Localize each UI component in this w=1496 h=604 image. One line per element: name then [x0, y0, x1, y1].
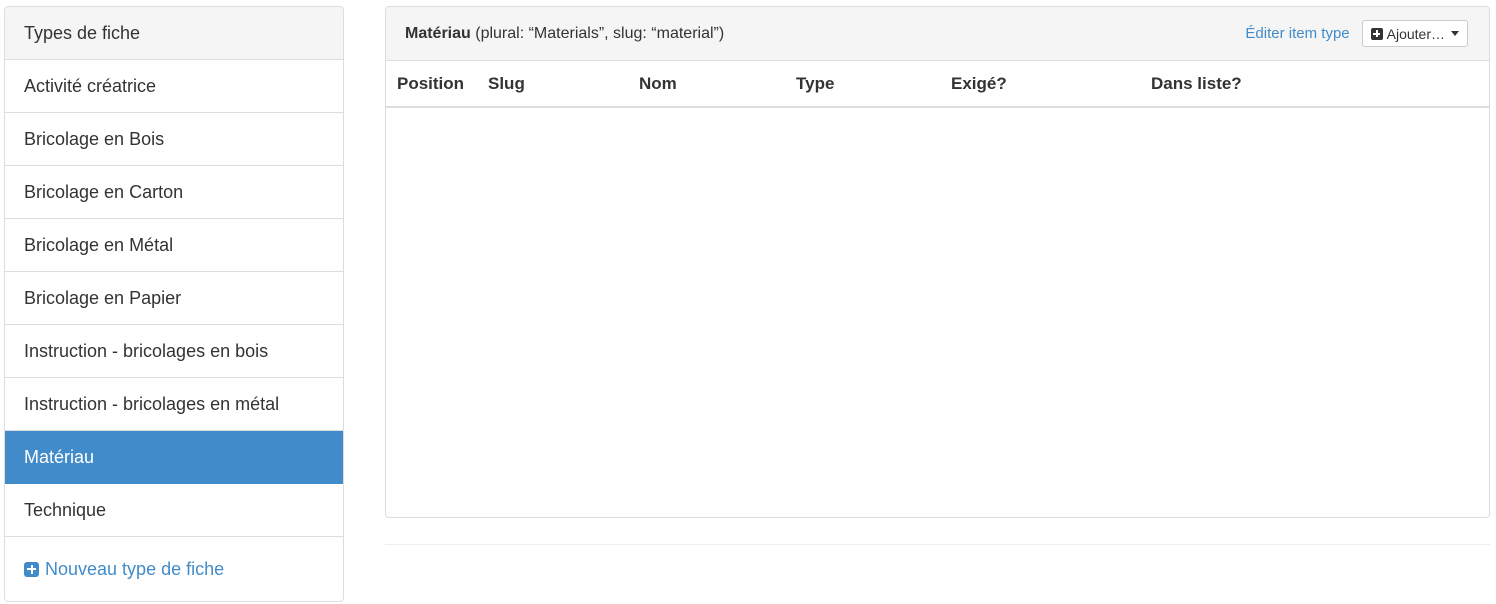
- sidebar-item-materiau[interactable]: Matériau: [5, 431, 343, 484]
- new-type-label: Nouveau type de fiche: [45, 558, 225, 579]
- item-type-name: Matériau: [405, 24, 471, 42]
- sidebar-item-bricolage-en-papier[interactable]: Bricolage en Papier: [5, 272, 343, 325]
- column-header-position: Position: [397, 73, 465, 93]
- divider: [385, 544, 1490, 545]
- caret-down-icon: [1451, 31, 1459, 36]
- new-type-link[interactable]: Nouveau type de fiche: [5, 537, 343, 601]
- column-header-nom: Nom: [639, 73, 677, 93]
- sidebar-item-instruction-metal[interactable]: Instruction - bricolages en métal: [5, 378, 343, 431]
- item-type-details: (plural: “Materials”, slug: “material”): [470, 24, 725, 42]
- column-header-dans-liste: Dans liste?: [1151, 73, 1242, 93]
- item-types-sidebar: Types de fiche Activité créatrice Bricol…: [4, 6, 344, 602]
- panel-title: Matériau (plural: “Materials”, slug: “ma…: [405, 25, 724, 43]
- sidebar-item-activite-creatrice[interactable]: Activité créatrice: [5, 60, 343, 113]
- heading-actions: Éditer item type Ajouter…: [1245, 20, 1470, 47]
- fields-table-header: Position Slug Nom Type Exigé? Dans liste…: [386, 61, 1489, 108]
- sidebar-item-bricolage-en-bois[interactable]: Bricolage en Bois: [5, 113, 343, 166]
- column-header-slug: Slug: [488, 73, 525, 93]
- add-dropdown-button[interactable]: Ajouter…: [1361, 20, 1468, 47]
- sidebar-item-technique[interactable]: Technique: [5, 484, 343, 537]
- column-header-exige: Exigé?: [951, 73, 1007, 93]
- sidebar-header: Types de fiche: [5, 7, 343, 60]
- plus-square-icon: [1370, 27, 1383, 40]
- panel-heading: Matériau (plural: “Materials”, slug: “ma…: [386, 7, 1489, 61]
- sidebar-item-bricolage-en-carton[interactable]: Bricolage en Carton: [5, 166, 343, 219]
- column-header-type: Type: [796, 73, 835, 93]
- sidebar-item-instruction-bois[interactable]: Instruction - bricolages en bois: [5, 325, 343, 378]
- item-type-panel: Matériau (plural: “Materials”, slug: “ma…: [385, 6, 1490, 518]
- add-button-label: Ajouter…: [1386, 25, 1445, 42]
- edit-item-type-link[interactable]: Éditer item type: [1245, 25, 1349, 42]
- plus-square-icon: [24, 561, 39, 577]
- sidebar-item-bricolage-en-metal[interactable]: Bricolage en Métal: [5, 219, 343, 272]
